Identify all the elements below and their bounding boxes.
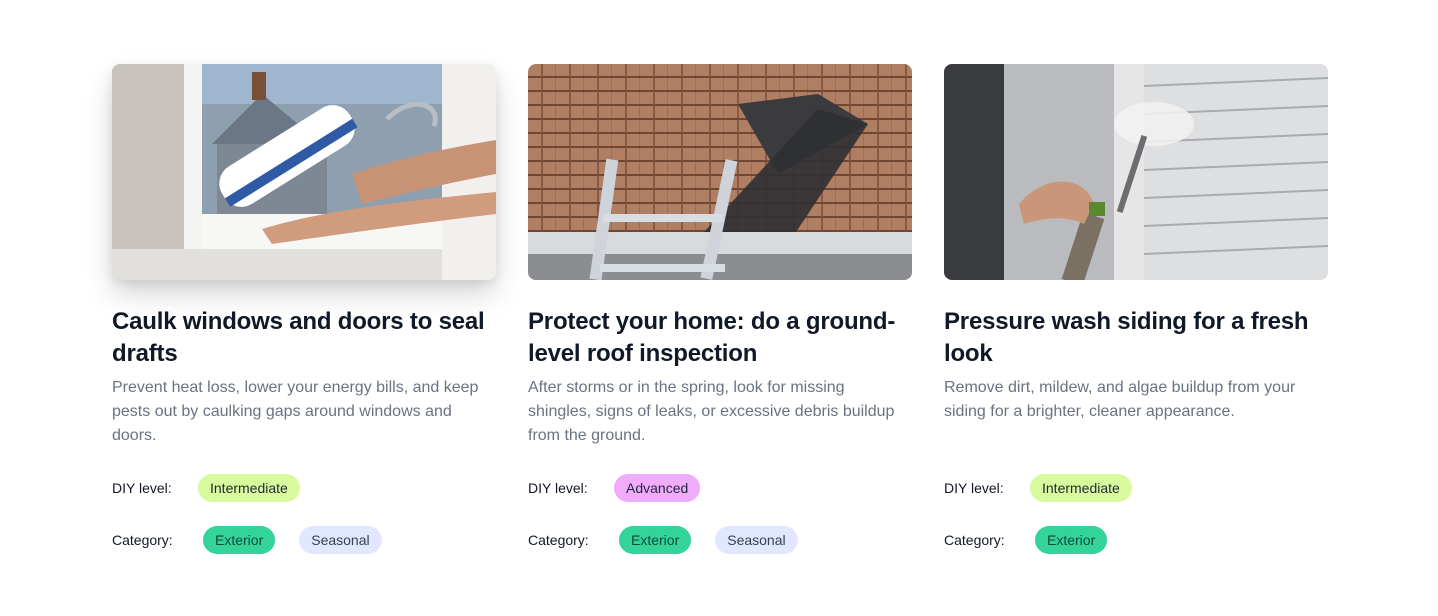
card-title[interactable]: Pressure wash siding for a fresh look: [944, 306, 1328, 370]
roof-photo: [528, 64, 912, 280]
article-card-roof[interactable]: Protect your home: do a ground-level roo…: [528, 64, 912, 554]
card-title[interactable]: Protect your home: do a ground-level roo…: [528, 306, 912, 370]
diy-level-row: DIY level: Intermediate: [944, 474, 1328, 502]
card-description: After storms or in the spring, look for …: [528, 379, 895, 444]
article-grid: Caulk windows and doors to seal drafts P…: [112, 64, 1328, 554]
category-row: Category: Exterior Seasonal: [528, 526, 912, 554]
diy-level-badge[interactable]: Intermediate: [198, 474, 300, 502]
category-tag-seasonal[interactable]: Seasonal: [299, 526, 382, 554]
category-row: Category: Exterior: [944, 526, 1328, 554]
category-label: Category:: [112, 532, 173, 548]
diy-level-row: DIY level: Advanced: [528, 474, 912, 502]
diy-level-label: DIY level:: [112, 480, 172, 496]
category-tag-exterior[interactable]: Exterior: [203, 526, 276, 554]
diy-level-badge[interactable]: Advanced: [614, 474, 701, 502]
card-image-roof[interactable]: [528, 64, 912, 280]
card-image-pressure-wash[interactable]: [944, 64, 1328, 280]
category-row: Category: Exterior Seasonal: [112, 526, 496, 554]
card-title[interactable]: Caulk windows and doors to seal drafts: [112, 306, 496, 370]
card-image-caulking[interactable]: [112, 64, 496, 280]
category-tag-seasonal[interactable]: Seasonal: [715, 526, 798, 554]
category-label: Category:: [528, 532, 589, 548]
category-tag-exterior[interactable]: Exterior: [1035, 526, 1108, 554]
diy-level-label: DIY level:: [944, 480, 1004, 496]
card-description: Remove dirt, mildew, and algae buildup f…: [944, 379, 1296, 420]
pressure-wash-photo: [944, 64, 1328, 280]
category-label: Category:: [944, 532, 1005, 548]
diy-level-row: DIY level: Intermediate: [112, 474, 496, 502]
diy-level-badge[interactable]: Intermediate: [1030, 474, 1132, 502]
diy-level-label: DIY level:: [528, 480, 588, 496]
article-card-caulk[interactable]: Caulk windows and doors to seal drafts P…: [112, 64, 496, 554]
article-card-pressure-wash[interactable]: Pressure wash siding for a fresh look Re…: [944, 64, 1328, 554]
category-tag-exterior[interactable]: Exterior: [619, 526, 692, 554]
card-description: Prevent heat loss, lower your energy bil…: [112, 379, 479, 444]
caulking-photo: [112, 64, 496, 280]
